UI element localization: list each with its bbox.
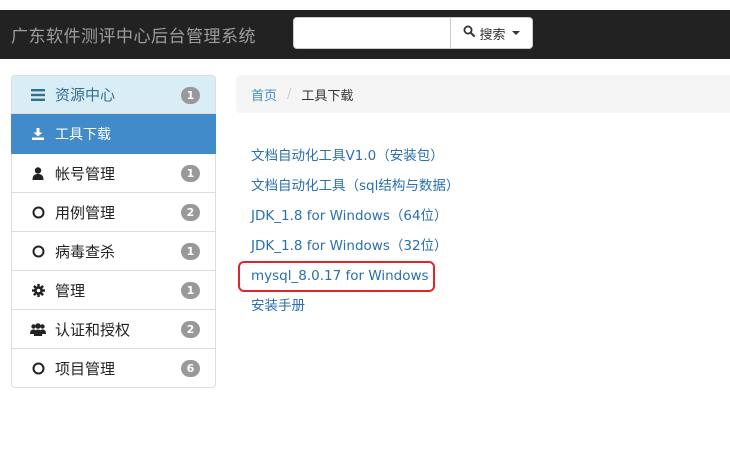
count-badge: 1 [181, 87, 200, 104]
sidebar-item-label: 认证和授权 [55, 320, 131, 339]
sidebar-item-project-management[interactable]: 项目管理 6 [11, 349, 216, 388]
sidebar-item-virus-scan[interactable]: 病毒查杀 1 [11, 232, 216, 271]
breadcrumb-current: 工具下载 [301, 88, 354, 104]
search-button-label: 搜索 [479, 27, 506, 43]
breadcrumb-separator: / [287, 86, 292, 102]
top-navbar: 广东软件测评中心后台管理系统 搜索 [0, 10, 730, 59]
sidebar-item-tool-download[interactable]: 工具下载 [11, 114, 216, 154]
breadcrumb: 首页 / 工具下载 [236, 75, 730, 113]
circle-icon [30, 204, 46, 220]
sidebar-item-label: 病毒查杀 [55, 242, 116, 261]
download-link-doc-tool-sql[interactable]: 文档自动化工具（sql结构与数据） [251, 176, 459, 206]
count-badge: 2 [181, 321, 200, 338]
sidebar-item-auth[interactable]: 认证和授权 2 [11, 310, 216, 349]
sidebar-header-resource-center[interactable]: 资源中心 1 [11, 75, 216, 114]
app-title: 广东软件测评中心后台管理系统 [11, 27, 256, 47]
sidebar-item-account-management[interactable]: 帐号管理 1 [11, 154, 216, 193]
count-badge: 2 [181, 204, 200, 221]
search-icon [463, 25, 476, 41]
sidebar-item-label: 管理 [55, 281, 86, 300]
search-input[interactable] [293, 17, 451, 49]
chevron-down-icon [511, 31, 520, 35]
users-icon [30, 321, 46, 337]
sidebar: 资源中心 1 工具下载 帐号管理 1 用例管理 2 病毒查杀 1 管理 1 认证… [11, 75, 216, 388]
sidebar-header-label: 资源中心 [55, 86, 116, 104]
breadcrumb-home-link[interactable]: 首页 [251, 85, 277, 104]
sidebar-item-label: 用例管理 [55, 203, 116, 222]
count-badge: 1 [181, 282, 200, 299]
download-link-doc-tool-installer[interactable]: 文档自动化工具V1.0（安装包） [251, 146, 459, 176]
circle-icon [30, 360, 46, 376]
count-badge: 1 [181, 165, 200, 182]
highlight-box [238, 261, 435, 292]
count-badge: 1 [181, 243, 200, 260]
download-icon [30, 126, 46, 142]
count-badge: 6 [181, 360, 200, 377]
download-link-install-manual[interactable]: 安装手册 [251, 296, 459, 326]
sidebar-item-label: 项目管理 [55, 359, 116, 378]
top-strip [0, 0, 730, 10]
circle-icon [30, 243, 46, 259]
download-link-jdk-64[interactable]: JDK_1.8 for Windows（64位） [251, 206, 459, 236]
search-button[interactable]: 搜索 [450, 17, 533, 49]
download-list: 文档自动化工具V1.0（安装包） 文档自动化工具（sql结构与数据） JDK_1… [251, 146, 459, 326]
sidebar-item-label: 工具下载 [55, 126, 111, 143]
gear-icon [30, 282, 46, 298]
sidebar-item-management[interactable]: 管理 1 [11, 271, 216, 310]
sidebar-item-label: 帐号管理 [55, 164, 116, 183]
sidebar-item-case-management[interactable]: 用例管理 2 [11, 193, 216, 232]
user-icon [30, 165, 46, 181]
bars-icon [30, 87, 46, 103]
